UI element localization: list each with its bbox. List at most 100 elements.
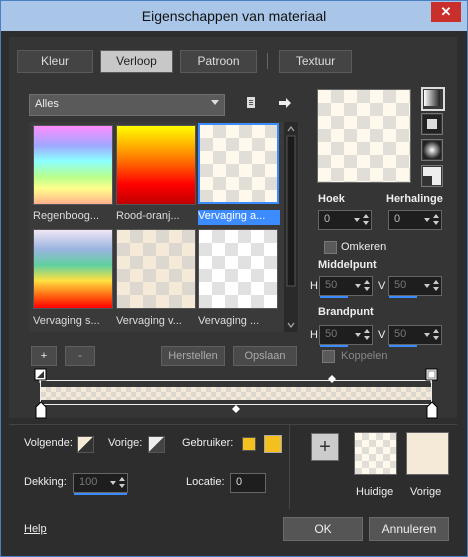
spin-down-icon[interactable] (119, 484, 125, 488)
gradient-bar[interactable] (41, 387, 431, 400)
help-link[interactable]: Help (24, 523, 47, 535)
remove-gradient-button[interactable]: - (65, 346, 95, 366)
linear-style-icon[interactable] (421, 87, 445, 111)
user-swatch[interactable] (264, 435, 282, 453)
document-icon[interactable] (244, 96, 258, 110)
section-divider-vertical (289, 424, 290, 509)
add-to-swatches-button[interactable]: + (311, 433, 339, 461)
gradient-thumb-label: Vervaging s... (33, 315, 100, 327)
close-button[interactable]: ✕ (431, 2, 461, 22)
gradient-thumb-red-orange[interactable] (116, 125, 196, 205)
spin-up-icon[interactable] (119, 477, 125, 481)
spin-down-icon[interactable] (364, 287, 370, 291)
chevron-down-icon[interactable] (355, 333, 361, 337)
spin-up-icon[interactable] (433, 280, 439, 284)
tab-textuur[interactable]: Textuur (279, 50, 352, 73)
opacity-field[interactable]: 100 (73, 473, 128, 495)
chevron-down-icon[interactable] (354, 218, 360, 222)
spin-down-icon[interactable] (433, 336, 439, 340)
chevron-down-icon[interactable] (424, 284, 430, 288)
focal-v-value: 50 (394, 328, 407, 340)
add-gradient-button[interactable]: + (31, 346, 57, 366)
user-swatch-small[interactable] (242, 437, 256, 451)
link-label: Koppelen (341, 350, 388, 362)
previous-label: Vorige: (108, 437, 143, 449)
restore-button[interactable]: Herstellen (161, 346, 225, 366)
spin-up-icon[interactable] (433, 329, 439, 333)
location-label: Locatie: (186, 476, 225, 488)
radial-style-icon[interactable] (421, 139, 443, 161)
opacity-slider[interactable] (74, 493, 127, 495)
focal-h-value: 50 (325, 328, 338, 340)
gradient-thumb-label: Vervaging a... (198, 210, 280, 225)
spin-up-icon[interactable] (364, 329, 370, 333)
tab-patroon[interactable]: Patroon (180, 50, 257, 73)
invert-checkbox[interactable] (324, 241, 337, 254)
color-midpoint-icon[interactable] (231, 404, 241, 414)
midpoint-h-field[interactable]: 50 (319, 276, 373, 298)
next-swatch[interactable] (77, 436, 94, 453)
gradient-thumb-rainbow[interactable] (33, 125, 113, 205)
midpoint-v-slider[interactable] (389, 296, 417, 298)
location-value: 0 (236, 476, 243, 488)
gallery-scrollbar[interactable] (284, 122, 298, 332)
focal-v-field[interactable]: 50 (388, 325, 442, 347)
gradient-thumb-fade-spectrum[interactable] (33, 229, 113, 309)
midpoint-h-value: 50 (325, 279, 338, 291)
opacity-stop-left-icon[interactable] (34, 368, 48, 384)
save-button[interactable]: Opslaan (233, 346, 297, 366)
gradient-thumb-fade-white[interactable] (198, 229, 278, 309)
tab-kleur[interactable]: Kleur (17, 50, 93, 73)
repeat-field[interactable]: 0 (388, 210, 442, 230)
midpoint-v-value: 50 (394, 279, 407, 291)
focal-v-slider[interactable] (389, 345, 417, 347)
opacity-stop-right-icon[interactable] (425, 368, 439, 384)
midpoint-h-slider[interactable] (320, 296, 348, 298)
previous-swatch[interactable] (148, 436, 165, 453)
ok-button[interactable]: OK (283, 517, 363, 541)
focal-v-label: V (378, 329, 386, 341)
chevron-down-icon[interactable] (424, 218, 430, 222)
spin-up-icon[interactable] (363, 214, 369, 218)
opacity-label: Dekking: (24, 476, 67, 488)
location-field[interactable]: 0 (230, 473, 266, 493)
midpoint-label: Middelpunt (318, 259, 377, 271)
category-dropdown[interactable]: Alles (29, 94, 225, 116)
title-bar: Eigenschappen van materiaal ✕ (1, 1, 467, 31)
focal-h-field[interactable]: 50 (319, 325, 373, 347)
angle-field[interactable]: 0 (318, 210, 372, 230)
midpoint-v-field[interactable]: 50 (388, 276, 442, 298)
spin-up-icon[interactable] (364, 280, 370, 284)
spin-down-icon[interactable] (364, 336, 370, 340)
previous-preview[interactable] (406, 432, 449, 475)
top-rail (40, 380, 432, 381)
link-checkbox[interactable] (322, 350, 335, 363)
arrow-right-icon[interactable] (278, 96, 292, 110)
current-label: Huidige (356, 486, 394, 498)
opacity-midpoint-icon[interactable] (327, 374, 337, 384)
invert-label: Omkeren (341, 241, 387, 253)
spin-up-icon[interactable] (433, 214, 439, 218)
tab-verloop[interactable]: Verloop (100, 50, 173, 73)
chevron-down-icon[interactable] (424, 333, 430, 337)
spin-down-icon[interactable] (433, 287, 439, 291)
spin-down-icon[interactable] (363, 221, 369, 225)
section-divider (9, 424, 457, 425)
opacity-value: 100 (79, 476, 98, 488)
sunburst-style-icon[interactable] (421, 165, 443, 187)
current-preview[interactable] (354, 432, 397, 475)
repeat-value: 0 (394, 213, 401, 225)
chevron-down-icon[interactable] (355, 284, 361, 288)
tab-separator (267, 53, 268, 69)
color-stop-right-icon[interactable] (425, 400, 439, 420)
chevron-down-icon[interactable] (110, 481, 116, 485)
color-stop-left-icon[interactable] (34, 400, 48, 420)
gradient-thumb-fade-v[interactable] (116, 229, 196, 309)
cancel-button[interactable]: Annuleren (369, 517, 449, 541)
focal-h-slider[interactable] (320, 345, 348, 347)
previous-caption: Vorige (410, 486, 442, 498)
gradient-thumb-fade-selected[interactable] (198, 123, 279, 204)
spin-down-icon[interactable] (433, 221, 439, 225)
rectangular-style-icon[interactable] (421, 113, 443, 135)
angle-label: Hoek (318, 193, 345, 205)
